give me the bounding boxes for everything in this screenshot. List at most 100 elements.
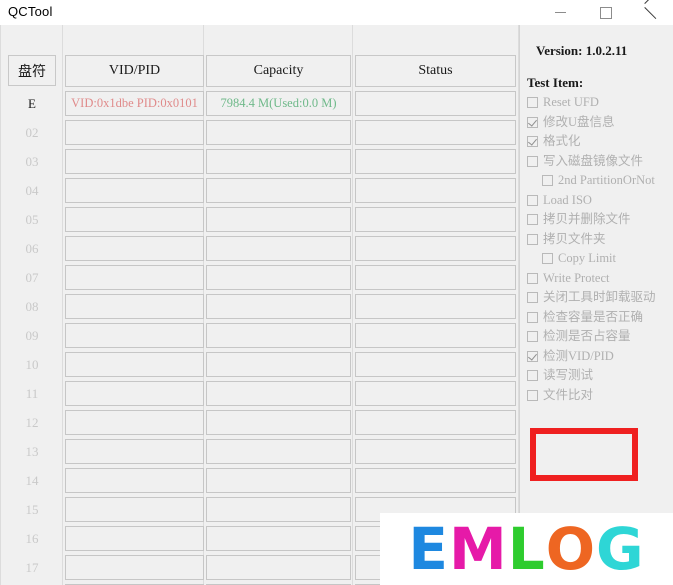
checkbox-box[interactable] xyxy=(527,233,538,245)
table-cell[interactable] xyxy=(206,323,351,348)
checkbox-box[interactable] xyxy=(527,331,538,342)
table-cell[interactable] xyxy=(65,410,204,435)
table-cell[interactable] xyxy=(65,352,204,377)
table-cell[interactable] xyxy=(355,120,516,145)
row-label: 12 xyxy=(25,414,39,430)
checkbox-box[interactable] xyxy=(527,350,538,362)
test-item-checkbox[interactable]: Reset UFD xyxy=(527,94,599,111)
checkbox-box[interactable] xyxy=(527,214,538,225)
table-cell[interactable] xyxy=(355,323,516,348)
row-label: 11 xyxy=(25,385,39,401)
test-item-checkbox[interactable]: Load ISO xyxy=(527,192,592,209)
test-item-checkbox[interactable]: 2nd PartitionOrNot xyxy=(542,172,655,189)
checkbox-box[interactable] xyxy=(527,311,538,323)
table-cell[interactable] xyxy=(206,207,351,232)
table-cell[interactable] xyxy=(206,149,351,174)
maximize-button[interactable] xyxy=(583,0,628,25)
test-item-checkbox[interactable]: 修改U盘信息 xyxy=(527,114,615,131)
test-item-checkbox[interactable]: Write Protect xyxy=(527,270,610,287)
checkbox-label: 文件比对 xyxy=(543,387,594,402)
table-cell[interactable] xyxy=(65,294,204,319)
version-label: Version: 1.0.2.11 xyxy=(536,43,628,58)
row-label: 04 xyxy=(25,182,39,198)
logo-letter: G xyxy=(596,515,645,583)
table-cell[interactable] xyxy=(355,381,516,406)
table-cell[interactable] xyxy=(355,352,516,377)
table-cell[interactable] xyxy=(65,439,204,464)
table-cell[interactable] xyxy=(355,468,516,493)
table-cell[interactable] xyxy=(206,555,351,580)
test-item-checkbox[interactable]: 关闭工具时卸载驱动 xyxy=(527,289,656,306)
table-cell[interactable] xyxy=(206,439,351,464)
checkbox-box[interactable] xyxy=(542,253,553,264)
table-cell[interactable] xyxy=(65,207,204,232)
table-cell[interactable] xyxy=(355,439,516,464)
checkbox-box[interactable] xyxy=(527,116,538,128)
checkbox-box[interactable] xyxy=(527,370,538,381)
table-cell[interactable] xyxy=(206,468,351,493)
close-icon xyxy=(644,6,657,19)
table-cell[interactable] xyxy=(206,294,351,319)
table-cell[interactable] xyxy=(355,91,516,116)
table-cell[interactable] xyxy=(355,178,516,203)
table-cell[interactable] xyxy=(206,381,351,406)
table-cell[interactable] xyxy=(206,178,351,203)
test-item-checkbox[interactable]: 格式化 xyxy=(527,133,581,150)
table-cell[interactable]: VID:0x1dbe PID:0x0101 xyxy=(65,91,204,116)
test-item-checkbox[interactable]: 检测是否占容量 xyxy=(527,328,631,345)
row-label: 08 xyxy=(25,298,39,314)
grid-line xyxy=(62,25,63,585)
table-cell[interactable] xyxy=(355,294,516,319)
checkbox-box[interactable] xyxy=(527,97,538,108)
test-item-checkbox[interactable]: Copy Limit xyxy=(542,250,616,267)
checkbox-box[interactable] xyxy=(527,155,538,167)
test-item-checkbox[interactable]: 拷贝并删除文件 xyxy=(527,211,631,228)
checkbox-box[interactable] xyxy=(542,175,553,186)
checkbox-box[interactable] xyxy=(527,292,538,303)
row-label: 02 xyxy=(25,124,39,140)
table-cell[interactable] xyxy=(65,468,204,493)
checkbox-box[interactable] xyxy=(527,136,538,147)
logo-letter: E xyxy=(408,515,449,583)
table-cell[interactable] xyxy=(355,207,516,232)
table-cell[interactable]: 7984.4 M(Used:0.0 M) xyxy=(206,91,351,116)
table-cell[interactable] xyxy=(206,265,351,290)
test-item-checkbox[interactable]: 检查容量是否正确 xyxy=(527,309,643,326)
table-cell[interactable] xyxy=(65,236,204,261)
table-cell[interactable] xyxy=(65,178,204,203)
table-cell[interactable] xyxy=(355,149,516,174)
table-cell[interactable] xyxy=(65,555,204,580)
table-cell[interactable] xyxy=(206,352,351,377)
window-title: QCTool xyxy=(8,4,53,19)
table-cell[interactable] xyxy=(65,381,204,406)
table-cell[interactable] xyxy=(206,120,351,145)
table-cell[interactable] xyxy=(355,410,516,435)
table-cell[interactable] xyxy=(355,236,516,261)
checkbox-label: 关闭工具时卸载驱动 xyxy=(543,290,656,304)
table-cell[interactable] xyxy=(206,526,351,551)
table-cell[interactable] xyxy=(206,497,351,522)
test-item-checkbox[interactable]: 检测VID/PID xyxy=(527,348,614,365)
table-cell[interactable] xyxy=(65,149,204,174)
table-cell[interactable] xyxy=(355,265,516,290)
test-item-checkbox[interactable]: 写入磁盘镜像文件 xyxy=(527,153,643,170)
column-header: Capacity xyxy=(206,55,351,87)
test-item-checkbox[interactable]: 文件比对 xyxy=(527,387,593,404)
emlog-watermark: EMLOG xyxy=(380,513,673,585)
checkbox-label: Copy Limit xyxy=(558,251,616,265)
table-cell[interactable] xyxy=(65,120,204,145)
table-cell[interactable] xyxy=(65,265,204,290)
table-cell[interactable] xyxy=(65,323,204,348)
table-cell[interactable] xyxy=(65,497,204,522)
table-cell[interactable] xyxy=(65,526,204,551)
test-item-checkbox[interactable]: 读写测试 xyxy=(527,367,593,384)
checkbox-box[interactable] xyxy=(527,272,538,284)
close-button[interactable] xyxy=(628,0,673,25)
table-cell[interactable] xyxy=(206,236,351,261)
table-cell[interactable] xyxy=(206,410,351,435)
column-header-drive: 盘符 xyxy=(8,55,56,86)
checkbox-box[interactable] xyxy=(527,194,538,206)
checkbox-box[interactable] xyxy=(527,389,538,401)
test-item-checkbox[interactable]: 拷贝文件夹 xyxy=(527,231,606,248)
minimize-button[interactable] xyxy=(538,0,583,25)
